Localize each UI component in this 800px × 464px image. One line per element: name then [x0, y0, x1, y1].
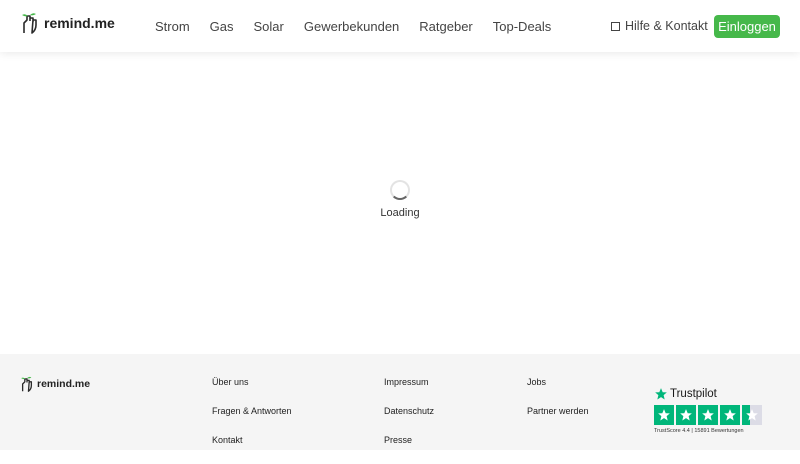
star-icon: [654, 405, 674, 425]
footer-logo-text: remind.me: [37, 378, 91, 390]
footer-col-jobs: Jobs Partner werden: [527, 377, 589, 435]
loading-text: Loading: [380, 207, 420, 219]
loading-spinner-icon: [390, 180, 410, 200]
help-label: Hilfe & Kontakt: [625, 19, 708, 33]
help-contact-link[interactable]: Hilfe & Kontakt: [611, 19, 708, 33]
hand-plant-icon: [22, 13, 37, 34]
nav-item-gas[interactable]: Gas: [210, 19, 234, 34]
trustpilot-widget[interactable]: Trustpilot TrustScore 4.4 | 15891 Bewert…: [654, 386, 764, 434]
star-icon: [720, 405, 740, 425]
header-logo[interactable]: remind.me: [19, 12, 115, 34]
footer-link-partner[interactable]: Partner werden: [527, 406, 589, 435]
site-footer: remind.me Über uns Fragen & Antworten Ko…: [0, 354, 800, 450]
nav-item-strom[interactable]: Strom: [155, 19, 190, 34]
star-partial-icon: [742, 405, 762, 425]
login-button[interactable]: Einloggen: [714, 15, 780, 38]
footer-col-legal: Impressum Datenschutz Presse: [384, 377, 434, 464]
hand-plant-icon: [21, 376, 33, 392]
star-icon: [698, 405, 718, 425]
site-header: remind.me Strom Gas Solar Gewerbekunden …: [0, 0, 800, 52]
trustpilot-stars: [654, 405, 764, 425]
nav-item-ratgeber[interactable]: Ratgeber: [419, 19, 472, 34]
star-icon: [676, 405, 696, 425]
trustpilot-star-icon: [655, 388, 667, 400]
checkbox-square-icon: [611, 21, 620, 31]
trustpilot-header: Trustpilot: [654, 386, 764, 402]
footer-link-faq[interactable]: Fragen & Antworten: [212, 406, 292, 435]
nav-item-gewerbekunden[interactable]: Gewerbekunden: [304, 19, 399, 34]
nav-item-top-deals[interactable]: Top-Deals: [493, 19, 552, 34]
trustscore-text: TrustScore 4.4 | 15891 Bewertungen: [654, 428, 744, 434]
footer-link-jobs[interactable]: Jobs: [527, 377, 589, 406]
nav-item-solar[interactable]: Solar: [254, 19, 284, 34]
trustpilot-name: Trustpilot: [670, 388, 717, 400]
footer-col-company: Über uns Fragen & Antworten Kontakt: [212, 377, 292, 464]
main-nav: Strom Gas Solar Gewerbekunden Ratgeber T…: [155, 19, 571, 34]
footer-logo[interactable]: remind.me: [19, 375, 90, 393]
logo-text: remind.me: [44, 15, 115, 31]
footer-link-ueber-uns[interactable]: Über uns: [212, 377, 292, 406]
footer-link-impressum[interactable]: Impressum: [384, 377, 434, 406]
footer-link-datenschutz[interactable]: Datenschutz: [384, 406, 434, 435]
